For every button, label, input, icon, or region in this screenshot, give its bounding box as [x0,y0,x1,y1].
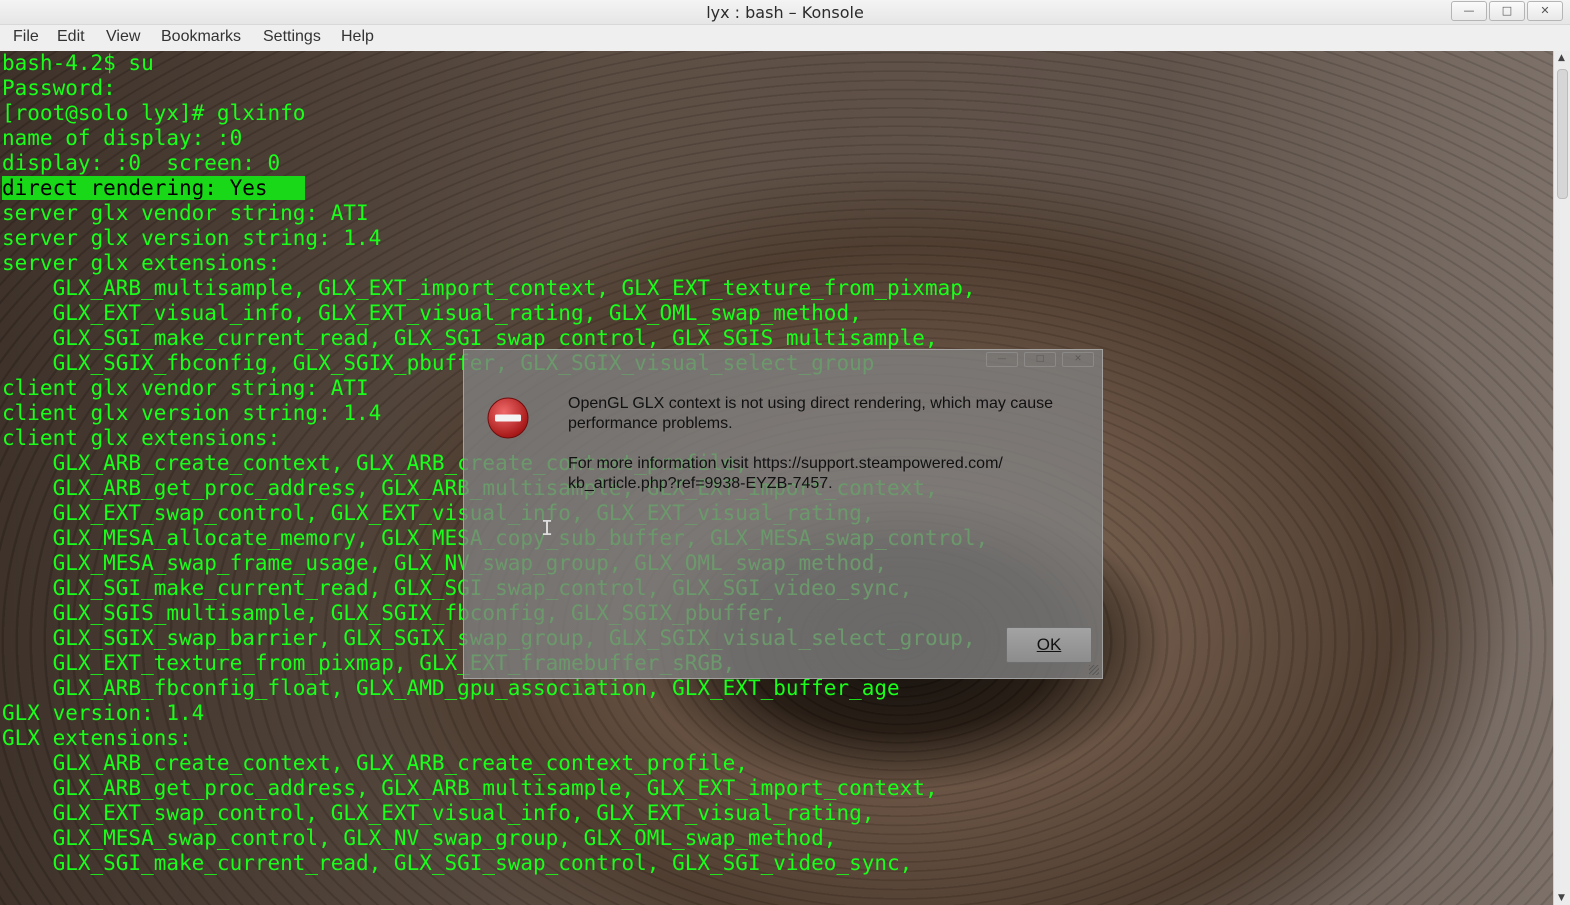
terminal-line: GLX_ARB_get_proc_address, GLX_ARB_multis… [2,776,938,800]
ok-button-label: OK [1036,635,1062,654]
terminal-line: GLX_EXT_visual_info, GLX_EXT_visual_rati… [2,301,862,325]
terminal-line: [root@solo lyx]# glxinfo [2,101,306,125]
close-button[interactable]: ✕ [1527,1,1563,21]
maximize-icon: □ [1501,4,1513,17]
terminal-line: GLX_EXT_swap_control, GLX_EXT_visual_inf… [2,801,875,825]
ok-button[interactable]: OK [1006,627,1092,663]
maximize-icon: □ [1035,354,1045,364]
dialog-close-button[interactable]: ✕ [1062,352,1094,367]
menubar: File Edit View Bookmarks Settings Help [0,25,1570,51]
stop-icon [487,397,529,439]
terminal-line: direct rendering: Yes [2,176,988,201]
maximize-button[interactable]: □ [1489,1,1525,21]
scroll-up-icon[interactable]: ▲ [1558,53,1565,63]
window-title: lyx : bash – Konsole [706,3,864,22]
dialog-message: OpenGL GLX context is not using direct r… [568,395,1053,432]
menu-view[interactable]: View [106,28,140,46]
terminal-line: GLX_SGI_make_current_read, GLX_SGI_swap_… [2,851,913,875]
scroll-down-icon[interactable]: ▼ [1558,893,1565,903]
menu-bookmarks[interactable]: Bookmarks [161,28,241,46]
minimize-icon: — [997,354,1007,364]
close-icon: ✕ [1540,4,1550,17]
terminal-line: GLX version: 1.4 [2,701,205,725]
close-icon: ✕ [1074,354,1082,364]
terminal-line: name of display: :0 [2,126,243,150]
menu-edit[interactable]: Edit [57,28,85,46]
dialog-titlebar: — □ ✕ [464,350,1102,368]
menu-settings[interactable]: Settings [263,28,321,46]
terminal-scrollbar[interactable]: ▲ ▼ [1553,51,1570,905]
minimize-button[interactable]: — [1451,1,1487,21]
terminal-line-highlight: direct rendering: Yes [2,176,306,200]
terminal-line: GLX_MESA_swap_control, GLX_NV_swap_group… [2,826,837,850]
terminal-line: Password: [2,76,116,100]
dialog-info-text: For more information visit https://suppo… [568,455,1003,492]
terminal-line: server glx extensions: [2,251,281,275]
menu-help[interactable]: Help [341,28,374,46]
menu-file[interactable]: File [13,28,39,46]
terminal-line: bash-4.2$ su [2,51,154,75]
text-cursor-icon: I [541,516,554,540]
scrollbar-thumb[interactable] [1557,69,1568,199]
terminal-line: GLX_ARB_multisample, GLX_EXT_import_cont… [2,276,976,300]
terminal-line: GLX_SGI_make_current_read, GLX_SGI_swap_… [2,326,938,350]
dialog-minimize-button[interactable]: — [986,352,1018,367]
minimize-icon: — [1463,4,1475,17]
terminal-line: display: :0 screen: 0 [2,151,281,175]
terminal-line: GLX_ARB_create_context, GLX_ARB_create_c… [2,751,748,775]
terminal-line: server glx version string: 1.4 [2,226,382,250]
terminal-line: GLX_ARB_fbconfig_float, GLX_AMD_gpu_asso… [2,676,900,700]
resize-grip-icon[interactable] [1089,665,1099,675]
error-dialog: — □ ✕ OpenGL GLX context is not using di… [463,349,1103,679]
terminal-line: server glx vendor string: ATI [2,201,369,225]
dialog-maximize-button[interactable]: □ [1024,352,1056,367]
terminal-line: GLX extensions: [2,726,192,750]
window-titlebar: lyx : bash – Konsole — □ ✕ [0,0,1570,25]
